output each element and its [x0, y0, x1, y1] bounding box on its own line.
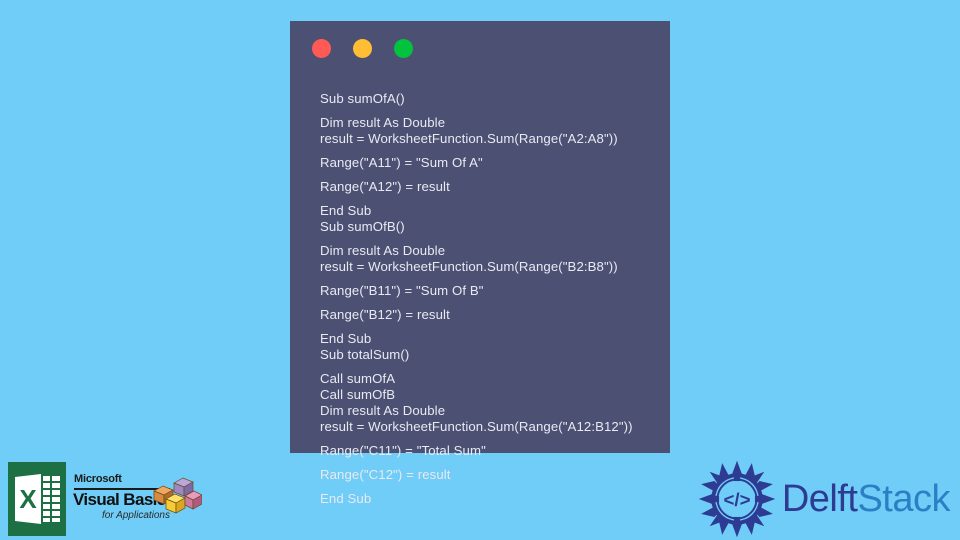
code-line: result = WorksheetFunction.Sum(Range("B2… [320, 259, 618, 274]
delftstack-logo: </> DelftStack [698, 458, 950, 540]
excel-icon: X [8, 462, 66, 536]
excel-grid-shape [43, 476, 60, 522]
code-line: result = WorksheetFunction.Sum(Range("A2… [320, 131, 618, 146]
vba-blocks-icon [153, 477, 202, 514]
delftstack-code-symbol: </> [723, 489, 750, 510]
code-line: End Sub [320, 203, 372, 218]
code-line: Sub sumOfB() [320, 219, 405, 234]
code-line: Range("C12") = result [320, 467, 451, 482]
code-line: Range("A12") = result [320, 179, 450, 194]
excel-vba-logo-group: X Microsoft Visual Basic for Application… [8, 460, 202, 538]
delftstack-word-delft: Delft [781, 477, 858, 520]
code-line: End Sub [320, 331, 372, 346]
vba-microsoft-label: Microsoft [74, 473, 122, 485]
code-line: Range("B11") = "Sum Of B" [320, 283, 484, 298]
minimize-icon[interactable] [353, 39, 372, 58]
code-line: Dim result As Double [320, 403, 446, 418]
code-block[interactable]: Sub sumOfA() Dim result As Double result =… [290, 79, 670, 507]
delftstack-emblem-icon: </> [698, 460, 776, 538]
code-line: Dim result As Double [320, 115, 446, 130]
delftstack-wordmark: DelftStack [781, 477, 951, 521]
code-line: Sub sumOfA() [320, 91, 405, 106]
code-line: Sub totalSum() [320, 347, 410, 362]
excel-letter-x: X [19, 483, 37, 514]
code-line: Dim result As Double [320, 243, 446, 258]
code-line: Call sumOfA [320, 371, 396, 386]
code-line: End Sub [320, 491, 372, 506]
code-line: Call sumOfB [320, 387, 396, 402]
window-titlebar [290, 21, 670, 79]
visual-basic-logo: Microsoft Visual Basic for Applications [72, 471, 202, 527]
code-line: Range("C11") = "Total Sum" [320, 443, 486, 458]
close-icon[interactable] [312, 39, 331, 58]
maximize-icon[interactable] [394, 39, 413, 58]
code-line: result = WorksheetFunction.Sum(Range("A1… [320, 419, 633, 434]
code-line: Range("A11") = "Sum Of A" [320, 155, 483, 170]
code-line: Range("B12") = result [320, 307, 450, 322]
code-window: Sub sumOfA() Dim result As Double result =… [290, 21, 670, 506]
delftstack-word-stack: Stack [857, 477, 950, 520]
